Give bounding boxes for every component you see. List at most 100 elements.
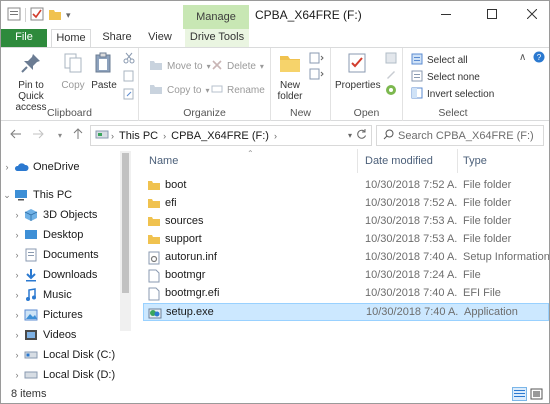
- music-icon: [23, 288, 39, 302]
- nav-item-label: This PC: [33, 189, 73, 201]
- scrollbar-thumb[interactable]: [122, 153, 129, 293]
- organize-group-label: Organize: [183, 107, 226, 119]
- select-none-button[interactable]: Select none: [411, 69, 480, 85]
- table-row[interactable]: autorun.inf 10/30/2018 7:40 A... Setup I…: [143, 249, 549, 267]
- nav-item-label: Music: [43, 289, 72, 301]
- nav-pane-scrollbar[interactable]: [120, 151, 131, 331]
- clipboard-group-label: Clipboard: [47, 107, 92, 119]
- help-icon[interactable]: ?: [533, 51, 545, 66]
- large-icons-view-button[interactable]: [529, 387, 544, 401]
- expand-caret-icon: ›: [15, 290, 19, 300]
- nav-item-videos[interactable]: › Videos: [1, 325, 132, 345]
- new-folder-qat-icon[interactable]: [48, 7, 62, 24]
- file-type: File folder: [463, 215, 512, 227]
- checkmark-qat-icon[interactable]: [30, 7, 44, 24]
- tab-file[interactable]: File: [1, 29, 47, 47]
- paste-button[interactable]: Paste: [89, 52, 119, 91]
- search-input[interactable]: Search CPBA_X64FRE (F:): [376, 125, 544, 146]
- address-dropdown-icon[interactable]: ▾: [348, 131, 356, 140]
- cut-icon[interactable]: [123, 52, 135, 67]
- paste-icon: [89, 52, 119, 77]
- manage-context-tab[interactable]: Manage: [183, 5, 249, 29]
- column-header-date[interactable]: Date modified: [365, 149, 433, 173]
- nav-item-3d-objects[interactable]: › 3D Objects: [1, 205, 132, 225]
- history-icon[interactable]: [385, 84, 397, 99]
- customize-qat-icon[interactable]: ▾: [66, 10, 71, 21]
- qat-separator: [25, 8, 26, 22]
- paste-shortcut-icon[interactable]: [123, 88, 135, 103]
- properties-qat-icon[interactable]: [7, 7, 21, 24]
- nav-item-onedrive[interactable]: › OneDrive: [1, 157, 132, 177]
- details-view-button[interactable]: [512, 387, 527, 401]
- minimize-button[interactable]: [429, 1, 463, 29]
- nav-item-desktop[interactable]: › Desktop: [1, 225, 132, 245]
- select-all-label: Select all: [427, 54, 468, 66]
- maximize-button[interactable]: [475, 1, 509, 29]
- drive-location-icon: [91, 128, 109, 143]
- refresh-icon[interactable]: [356, 128, 371, 143]
- move-to-button[interactable]: Move to ▾: [149, 58, 211, 74]
- nav-item-music[interactable]: › Music: [1, 285, 132, 305]
- file-icon: [147, 287, 161, 301]
- new-folder-icon: [273, 52, 307, 77]
- up-button[interactable]: [71, 127, 85, 142]
- file-type: File folder: [463, 179, 512, 191]
- open-icon[interactable]: [385, 52, 397, 67]
- table-row[interactable]: efi 10/30/2018 7:52 A... File folder: [143, 195, 549, 213]
- collapse-ribbon-icon[interactable]: ∧: [519, 52, 526, 63]
- copy-button[interactable]: Copy: [59, 52, 87, 91]
- new-folder-button[interactable]: New folder: [273, 52, 307, 102]
- nav-item-local-disk-d[interactable]: › Local Disk (D:): [1, 365, 132, 383]
- edit-icon[interactable]: [385, 68, 397, 83]
- expand-caret-icon: ›: [15, 250, 19, 260]
- delete-button[interactable]: Delete ▾: [211, 58, 264, 74]
- column-separator[interactable]: [357, 149, 358, 173]
- table-row[interactable]: bootmgr 10/30/2018 7:24 A... File: [143, 267, 549, 285]
- breadcrumb-drive[interactable]: CPBA_X64FRE (F:): [168, 130, 272, 142]
- chevron-down-icon: ▾: [57, 130, 62, 140]
- column-header-type[interactable]: Type: [463, 149, 487, 173]
- tab-share[interactable]: Share: [97, 29, 137, 47]
- close-button[interactable]: [515, 1, 549, 29]
- nav-item-pictures[interactable]: › Pictures: [1, 305, 132, 325]
- tab-drive-tools[interactable]: Drive Tools: [185, 29, 249, 47]
- copy-to-button[interactable]: Copy to ▾: [149, 82, 209, 98]
- tab-view[interactable]: View: [141, 29, 179, 47]
- select-all-button[interactable]: Select all: [411, 52, 468, 68]
- nav-item-this-pc[interactable]: ⌄ This PC: [1, 185, 132, 205]
- forward-button[interactable]: [31, 128, 45, 142]
- nav-item-label: Downloads: [43, 269, 98, 281]
- recent-locations-button[interactable]: ▾: [53, 128, 67, 142]
- file-date: 10/30/2018 7:53 A...: [365, 215, 457, 227]
- new-folder-label: New folder: [277, 80, 303, 102]
- properties-button[interactable]: Properties: [335, 52, 381, 91]
- tab-home[interactable]: Home: [51, 29, 91, 48]
- column-header-name[interactable]: Name: [149, 149, 178, 173]
- breadcrumb-this-pc[interactable]: This PC: [116, 130, 161, 142]
- table-row[interactable]: setup.exe 10/30/2018 7:40 A... Applicati…: [143, 303, 549, 321]
- column-separator[interactable]: [457, 149, 458, 173]
- nav-item-downloads[interactable]: › Downloads: [1, 265, 132, 285]
- nav-item-local-disk-c[interactable]: › Local Disk (C:): [1, 345, 132, 365]
- back-button[interactable]: [9, 128, 23, 142]
- rename-button[interactable]: Rename: [211, 82, 265, 98]
- details-view-icon: [513, 390, 526, 403]
- easy-access-icon[interactable]: [309, 68, 325, 83]
- file-name: sources: [165, 215, 204, 227]
- table-row[interactable]: sources 10/30/2018 7:53 A... File folder: [143, 213, 549, 231]
- pin-quick-access-button[interactable]: Pin to Quick access: [5, 52, 57, 113]
- table-row[interactable]: support 10/30/2018 7:53 A... File folder: [143, 231, 549, 249]
- table-row[interactable]: bootmgr.efi 10/30/2018 7:40 A... EFI Fil…: [143, 285, 549, 303]
- expand-caret-icon: ›: [15, 330, 19, 340]
- copy-path-icon[interactable]: [123, 70, 135, 85]
- chevron-down-icon: ▾: [205, 85, 210, 95]
- address-bar[interactable]: › This PC › CPBA_X64FRE (F:) › ▾: [90, 125, 372, 146]
- invert-selection-button[interactable]: Invert selection: [411, 86, 494, 102]
- table-row[interactable]: boot 10/30/2018 7:52 A... File folder: [143, 177, 549, 195]
- file-type: EFI File: [463, 287, 501, 299]
- breadcrumb-chevron-icon: ›: [273, 130, 277, 141]
- cube-icon: [23, 208, 39, 222]
- file-name: bootmgr.efi: [165, 287, 220, 299]
- nav-item-documents[interactable]: › Documents: [1, 245, 132, 265]
- new-item-icon[interactable]: [309, 52, 325, 67]
